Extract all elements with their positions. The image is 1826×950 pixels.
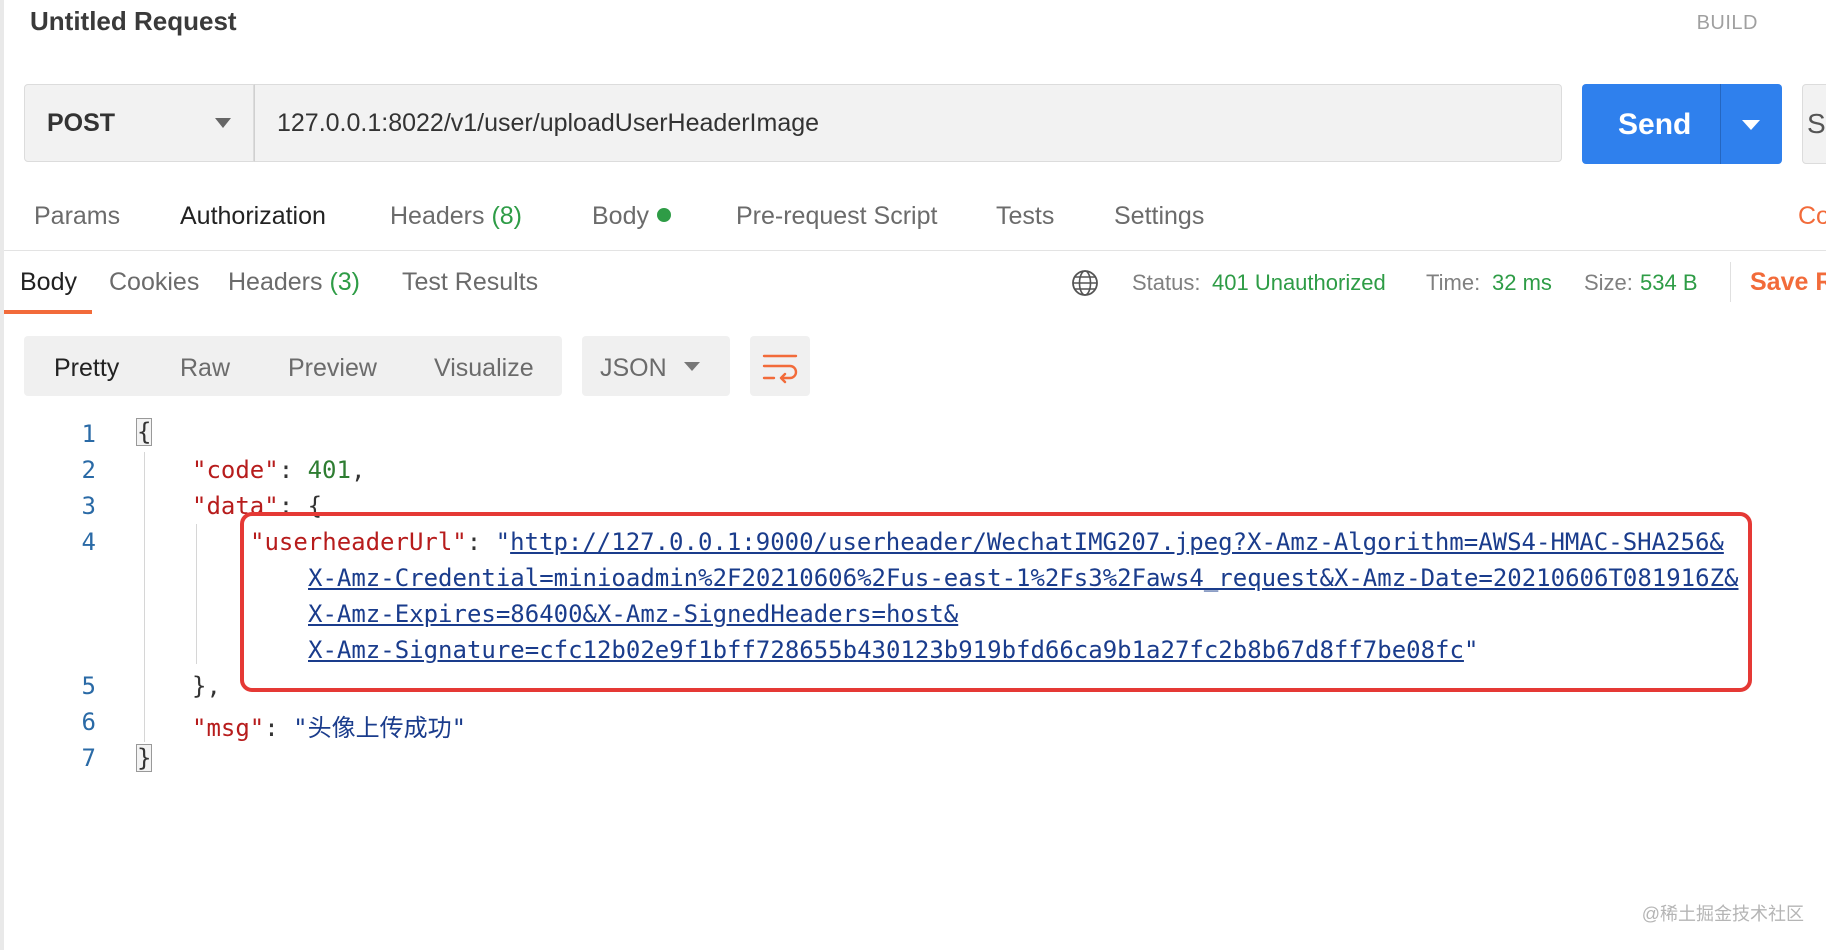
send-button[interactable]: Send xyxy=(1582,84,1782,164)
tab-tests[interactable]: Tests xyxy=(996,202,1054,231)
line-number: 6 xyxy=(81,708,96,736)
url-input[interactable]: 127.0.0.1:8022/v1/user/uploadUserHeaderI… xyxy=(254,84,1562,162)
time-value[interactable]: 32 ms xyxy=(1492,270,1552,296)
build-mode-label[interactable]: BUILD xyxy=(1697,12,1758,35)
send-label: Send xyxy=(1618,108,1692,141)
response-headers-count-badge: (3) xyxy=(329,268,361,296)
response-tab-headers[interactable]: Headers (3) xyxy=(228,268,360,297)
json-value-msg: "头像上传成功" xyxy=(293,714,467,742)
tab-authorization[interactable]: Authorization xyxy=(180,202,326,231)
tab-headers-label: Headers xyxy=(390,202,485,230)
code-line-1: { xyxy=(136,418,153,446)
response-tab-headers-label: Headers xyxy=(228,268,323,296)
language-select[interactable]: JSON xyxy=(582,336,730,396)
response-tab-body[interactable]: Body xyxy=(20,268,77,297)
cookies-link[interactable]: Co xyxy=(1798,202,1826,231)
section-divider xyxy=(4,250,1826,251)
line-number: 1 xyxy=(81,420,96,448)
request-title[interactable]: Untitled Request xyxy=(30,6,237,37)
view-mode-group: Pretty Raw Preview Visualize xyxy=(24,336,562,396)
method-select[interactable]: POST xyxy=(24,84,254,162)
indent-guide xyxy=(144,452,145,742)
view-pretty[interactable]: Pretty xyxy=(54,354,119,383)
response-tab-test-results[interactable]: Test Results xyxy=(402,268,538,297)
body-indicator-dot xyxy=(656,208,671,223)
line-number: 5 xyxy=(81,672,96,700)
tab-body-label: Body xyxy=(592,202,649,230)
line-number: 7 xyxy=(81,744,96,772)
chevron-down-icon xyxy=(215,118,231,128)
annotation-highlight-box xyxy=(240,512,1752,692)
status-label: Status: xyxy=(1132,270,1201,295)
json-key-msg: "msg" xyxy=(192,714,265,742)
size-value[interactable]: 534 B xyxy=(1640,270,1698,296)
code-line-7: } xyxy=(136,744,153,772)
wrap-lines-icon xyxy=(762,354,798,384)
json-key-code: "code" xyxy=(192,456,279,484)
code-line-2: "code": 401, xyxy=(192,456,366,484)
line-number: 3 xyxy=(81,492,96,520)
time-label: Time: xyxy=(1426,270,1481,295)
size-label: Size: xyxy=(1584,270,1633,295)
status-value[interactable]: 401 Unauthorized xyxy=(1212,270,1386,296)
close-brace: } xyxy=(136,744,153,772)
tab-prerequest-script[interactable]: Pre-request Script xyxy=(736,202,937,231)
save-response-button[interactable]: Save R xyxy=(1750,268,1826,297)
send-divider xyxy=(1720,84,1721,164)
watermark: @稀土掘金技术社区 xyxy=(1641,904,1804,924)
indent-guide xyxy=(196,524,197,664)
wrap-lines-button[interactable] xyxy=(750,336,810,396)
tab-headers[interactable]: Headers (8) xyxy=(390,202,522,231)
tab-settings[interactable]: Settings xyxy=(1114,202,1204,231)
save-button[interactable]: S xyxy=(1802,84,1826,164)
active-tab-underline xyxy=(4,310,92,314)
status-divider xyxy=(1730,262,1731,302)
line-number: 2 xyxy=(81,456,96,484)
language-value: JSON xyxy=(600,354,667,382)
globe-icon[interactable] xyxy=(1070,268,1100,298)
view-raw[interactable]: Raw xyxy=(180,354,230,383)
headers-count-badge: (8) xyxy=(491,202,523,230)
tab-params[interactable]: Params xyxy=(34,202,120,231)
json-value-code: 401 xyxy=(307,456,351,484)
data-close-brace: }, xyxy=(192,672,221,700)
method-value: POST xyxy=(47,108,116,137)
code-line-5: }, xyxy=(192,672,221,700)
line-number: 4 xyxy=(81,528,96,556)
view-preview[interactable]: Preview xyxy=(288,354,377,383)
chevron-down-icon xyxy=(684,362,700,371)
view-visualize[interactable]: Visualize xyxy=(434,354,534,383)
open-brace: { xyxy=(136,418,153,446)
tab-body[interactable]: Body xyxy=(592,202,671,231)
send-options-chevron-icon[interactable] xyxy=(1742,120,1760,130)
response-tab-cookies[interactable]: Cookies xyxy=(109,268,199,297)
code-line-6: "msg": "头像上传成功" xyxy=(192,714,467,742)
